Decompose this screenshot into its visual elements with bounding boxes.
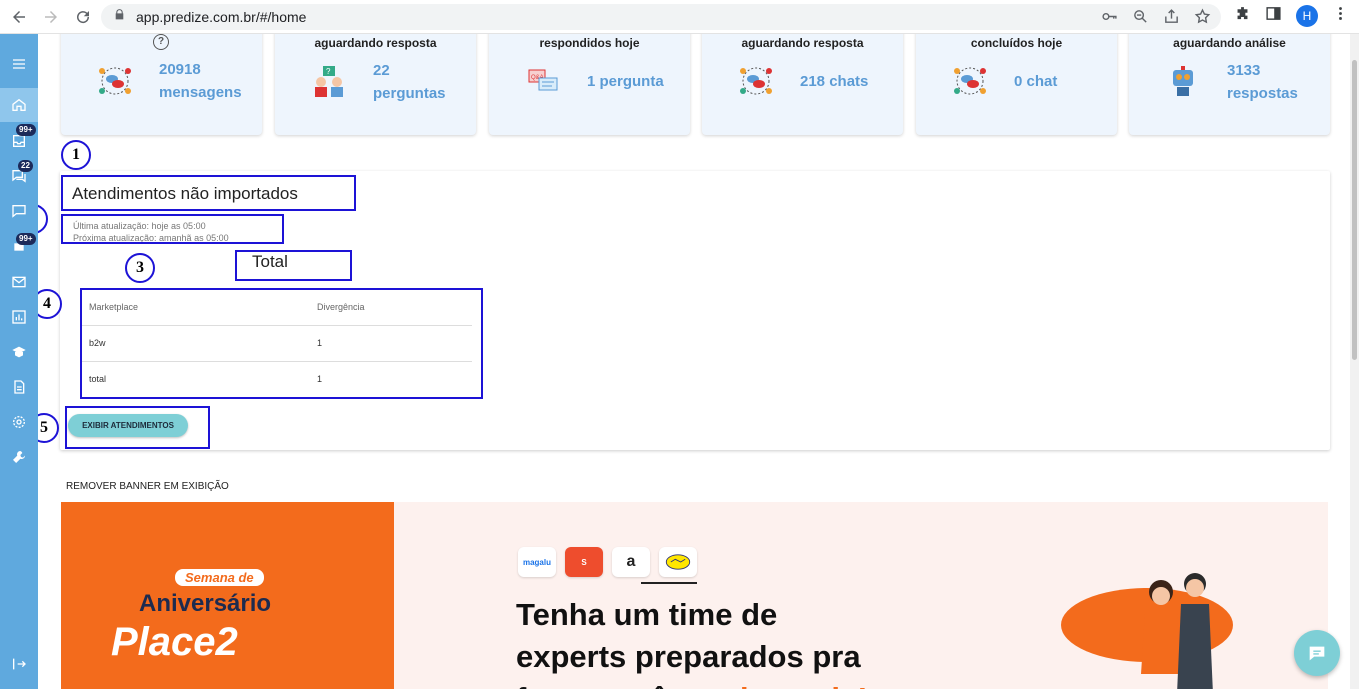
stat-card-respondidos[interactable]: respondidos hoje Q&A 1 pergunta [489, 34, 690, 135]
extensions-icon[interactable] [1234, 5, 1251, 27]
stat-value: 218 chats [800, 73, 869, 90]
stat-title: respondidos hoje [539, 36, 640, 50]
amazon-logo: a [612, 547, 650, 577]
browser-toolbar: app.predize.com.br/#/home H [0, 0, 1359, 34]
reload-icon[interactable] [70, 4, 96, 30]
svg-text:?: ? [326, 67, 331, 76]
headline-highlight: vender mais! [676, 681, 867, 689]
banner-name: Aniversário [139, 590, 272, 617]
side-panel-icon[interactable] [1265, 5, 1282, 27]
url-text: app.predize.com.br/#/home [136, 9, 307, 25]
headline-line-1: Tenha um time de [516, 597, 778, 632]
annotation-number-3: 3 [125, 253, 155, 283]
annotation-box-5 [65, 406, 210, 449]
shopee-logo: S [565, 547, 603, 577]
robot-icon [1173, 66, 1193, 96]
annotation-number-1: 1 [61, 140, 91, 170]
headline-line-3a: fazer você [516, 681, 676, 689]
remove-banner-link[interactable]: REMOVER BANNER EM EXIBIÇÃO [66, 481, 229, 492]
academy-icon[interactable] [0, 335, 38, 369]
qa-icon: Q&A [528, 69, 558, 91]
chat-widget-button[interactable] [1294, 630, 1340, 676]
forward-icon[interactable] [38, 4, 64, 30]
stat-value: 22 perguntas [373, 59, 446, 105]
profile-avatar[interactable]: H [1296, 5, 1318, 27]
stat-value-line1: 22 [373, 62, 390, 79]
inbox-badge: 99+ [16, 124, 36, 136]
stat-card-perguntas[interactable]: aguardando resposta ? 22 perguntas [275, 34, 476, 135]
annotation-box-4 [80, 288, 483, 399]
chat-people-icon [99, 67, 131, 95]
banner-headline: Tenha um time de experts preparados pra … [516, 594, 868, 689]
stat-title: aguardando resposta [741, 36, 864, 50]
hamburger-menu-icon[interactable] [0, 47, 38, 81]
annotation-number-5: 5 [38, 413, 59, 443]
zoom-icon[interactable] [1132, 8, 1149, 30]
chat-bubble-icon [1309, 646, 1325, 661]
sidebar: 99+ 22 99+ [0, 34, 38, 689]
wrench-icon[interactable] [0, 440, 38, 474]
mercado-livre-logo [659, 547, 697, 577]
questions-badge: 22 [18, 160, 33, 172]
stat-value: 1 pergunta [587, 73, 664, 90]
annotation-number-4: 4 [38, 289, 62, 319]
experts-illustration [1141, 573, 1213, 689]
mail-icon[interactable] [0, 265, 38, 299]
stat-value-line2: perguntas [373, 85, 446, 102]
key-icon[interactable] [1101, 8, 1118, 30]
document-icon[interactable] [0, 370, 38, 404]
scrollbar-thumb[interactable] [1352, 60, 1357, 360]
scrollbar[interactable] [1350, 34, 1359, 689]
stat-value-line2: mensagens [159, 84, 242, 101]
bot-badge: 99+ [16, 233, 36, 245]
stat-value: 3133 respostas [1227, 59, 1298, 105]
address-bar[interactable]: app.predize.com.br/#/home [101, 4, 1221, 30]
headline-line-2: experts preparados pra [516, 639, 861, 674]
share-icon[interactable] [1163, 8, 1180, 30]
logout-icon[interactable] [0, 647, 38, 681]
stat-value: 20918 mensagens [159, 58, 242, 104]
divider [641, 582, 697, 584]
annotation-number-2: 2 [38, 204, 48, 234]
stat-card-chats-aguardando[interactable]: aguardando resposta 218 chats [702, 34, 903, 135]
stat-value: 0 chat [1014, 73, 1058, 90]
stat-value-line1: 3133 [1227, 62, 1261, 79]
chat-people-icon [740, 67, 772, 95]
banner-tag: Semana de [175, 569, 264, 586]
banner-brand-panel: Semana de Aniversário Place2 [61, 502, 394, 689]
stat-card-concluidos[interactable]: concluídos hoje 0 chat [916, 34, 1117, 135]
chat-people-icon [954, 67, 986, 95]
promo-banner[interactable]: Semana de Aniversário Place2 magalu S a … [61, 502, 1328, 689]
banner-brand: Place2 [111, 620, 238, 664]
stat-value-line1: 20918 [159, 61, 201, 78]
annotation-box-1 [61, 175, 356, 211]
stat-card-mensagens[interactable]: ? 20918 mensagens [61, 34, 262, 135]
star-icon[interactable] [1194, 8, 1211, 30]
home-icon[interactable] [0, 88, 38, 122]
stat-title: concluídos hoje [970, 36, 1063, 50]
main-content: ? 20918 mensagens aguardando resposta ? … [38, 34, 1350, 689]
help-icon[interactable]: ? [153, 34, 169, 50]
stat-title: aguardando análise [1173, 36, 1286, 50]
headline-line-3: fazer você vender mais! [516, 678, 868, 689]
stat-card-analise[interactable]: aguardando análise 3133 respostas [1129, 34, 1330, 135]
stat-title: aguardando resposta [314, 36, 437, 50]
chat-icon[interactable] [0, 194, 38, 228]
stat-value-line2: respostas [1227, 85, 1298, 102]
back-icon[interactable] [6, 4, 32, 30]
lock-icon [113, 8, 126, 26]
annotation-box-3 [235, 250, 352, 281]
question-people-icon: ? [315, 66, 343, 97]
annotation-box-2 [61, 214, 284, 244]
magalu-logo: magalu [518, 547, 556, 577]
reports-icon[interactable] [0, 300, 38, 334]
gear-icon[interactable] [0, 405, 38, 439]
marketplace-logos: magalu S a [518, 547, 697, 577]
menu-dots-icon[interactable] [1332, 5, 1349, 27]
